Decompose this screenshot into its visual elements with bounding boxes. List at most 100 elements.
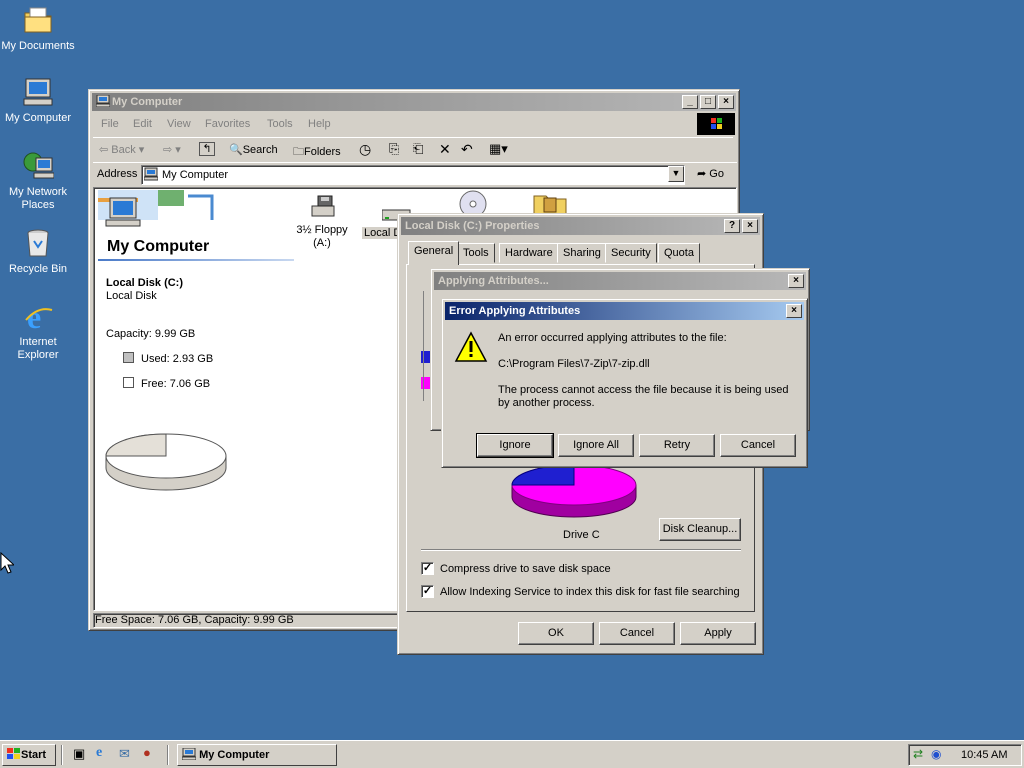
separator xyxy=(61,745,63,765)
retry-button[interactable]: Retry xyxy=(639,434,715,457)
show-desktop-icon[interactable]: ▣ xyxy=(73,746,85,762)
floppy-drive-icon xyxy=(286,192,358,224)
toolbar: ⇦ Back ▾ ⇨ ▾ ↰ 🔍Search 🗀Folders ◷ ⎘ ⎗ ✕ … xyxy=(93,137,733,161)
panel-title: My Computer xyxy=(107,238,210,255)
computer-icon xyxy=(181,747,197,761)
ok-button[interactable]: OK xyxy=(518,622,594,645)
tab-security[interactable]: Security xyxy=(605,243,657,263)
dialog-title: Applying Attributes... xyxy=(438,275,549,287)
go-button[interactable]: ➦ Go xyxy=(697,167,724,180)
computer-icon xyxy=(95,94,111,108)
windows-logo-icon xyxy=(697,113,735,135)
error-message-line2: The process cannot access the file becau… xyxy=(498,384,789,409)
indexing-checkbox[interactable]: ✓ xyxy=(421,585,434,598)
free-swatch xyxy=(123,377,134,388)
local-disk-item[interactable]: Local D xyxy=(362,194,411,239)
computer-icon xyxy=(22,76,54,108)
applying-titlebar[interactable]: Applying Attributes... × xyxy=(434,272,806,290)
tab-sharing[interactable]: Sharing xyxy=(557,243,607,263)
back-label: Back xyxy=(111,144,136,156)
desktop-icon-recycle-bin[interactable]: Recycle Bin xyxy=(0,227,76,276)
close-button[interactable]: × xyxy=(786,304,802,318)
drive-pie-chart xyxy=(511,464,637,518)
panel-banner-graphic xyxy=(98,190,216,238)
up-folder-icon[interactable]: ↰ xyxy=(199,142,215,156)
desktop-icon-network-places[interactable]: My Network Places xyxy=(0,150,76,212)
tray-icon[interactable]: ◉ xyxy=(931,747,941,761)
floppy-drive-item[interactable]: 3½ Floppy (A:) xyxy=(286,192,358,250)
taskbar-task-label: My Computer xyxy=(199,749,270,761)
indexing-label: Allow Indexing Service to index this dis… xyxy=(440,586,740,598)
maximize-button[interactable]: □ xyxy=(700,95,716,109)
menu-favorites[interactable]: Favorites xyxy=(205,118,250,130)
copy-to-icon[interactable]: ⎗ xyxy=(413,141,423,157)
disk-cleanup-button[interactable]: Disk Cleanup... xyxy=(659,518,741,541)
internet-explorer-icon: e xyxy=(22,299,54,335)
menu-tools[interactable]: Tools xyxy=(267,118,293,130)
cancel-button[interactable]: Cancel xyxy=(720,434,796,457)
address-value: My Computer xyxy=(162,169,229,181)
menu-file[interactable]: File xyxy=(101,118,119,130)
search-button[interactable]: 🔍Search xyxy=(229,143,278,156)
drive-type: Local Disk xyxy=(106,290,157,302)
status-text: Free Space: 7.06 GB, Capacity: 9.99 GB xyxy=(95,614,294,626)
menu-edit[interactable]: Edit xyxy=(133,118,152,130)
folders-button[interactable]: 🗀Folders xyxy=(293,143,341,162)
close-button[interactable]: × xyxy=(788,274,804,288)
forward-button[interactable]: ⇨ ▾ xyxy=(163,143,181,156)
go-arrow-icon: ➦ xyxy=(697,168,707,180)
close-button[interactable]: × xyxy=(718,95,734,109)
properties-titlebar[interactable]: Local Disk (C:) Properties ? × xyxy=(401,217,760,235)
tab-tools[interactable]: Tools xyxy=(457,243,495,263)
folder-icon xyxy=(22,4,54,36)
search-label: Search xyxy=(242,144,278,156)
desktop-icon-my-documents[interactable]: My Documents xyxy=(0,4,76,53)
menu-help[interactable]: Help xyxy=(308,118,331,130)
panel-divider xyxy=(98,259,294,261)
menu-view[interactable]: View xyxy=(167,118,191,130)
desktop-icon-label: Recycle Bin xyxy=(8,263,68,275)
disk-usage-pie-chart xyxy=(105,433,227,491)
close-button[interactable]: × xyxy=(742,219,758,233)
history-icon[interactable]: ◷ xyxy=(359,141,371,158)
dialog-title: Local Disk (C:) Properties xyxy=(405,220,540,232)
address-bar: Address My Computer ▼ ➦ Go xyxy=(93,162,737,186)
help-button[interactable]: ? xyxy=(724,219,740,233)
tab-quota[interactable]: Quota xyxy=(658,243,700,263)
media-player-icon[interactable]: ● xyxy=(143,745,151,760)
start-button[interactable]: Start xyxy=(2,744,56,766)
tab-hardware[interactable]: Hardware xyxy=(499,243,559,263)
compress-checkbox[interactable]: ✓ xyxy=(421,562,434,575)
drive-label: Drive C xyxy=(563,529,600,541)
ignore-button[interactable]: Ignore xyxy=(476,433,554,458)
outlook-express-icon[interactable]: ✉ xyxy=(119,746,130,762)
network-icon xyxy=(22,150,55,182)
ignore-all-button[interactable]: Ignore All xyxy=(558,434,634,457)
system-tray: ⇄ ◉ 10:45 AM xyxy=(908,744,1022,766)
cancel-button[interactable]: Cancel xyxy=(599,622,675,645)
address-dropdown-button[interactable]: ▼ xyxy=(668,166,684,182)
explorer-titlebar[interactable]: My Computer _ □ × xyxy=(92,93,736,111)
internet-explorer-icon[interactable]: e xyxy=(96,745,102,761)
address-input[interactable]: My Computer ▼ xyxy=(141,165,685,185)
move-to-icon[interactable]: ⎘ xyxy=(389,141,399,157)
desktop-icon-my-computer[interactable]: My Computer xyxy=(0,76,76,125)
free-text: Free: 7.06 GB xyxy=(141,378,211,390)
views-icon[interactable]: ▦▾ xyxy=(489,141,508,157)
error-titlebar[interactable]: Error Applying Attributes × xyxy=(445,302,804,320)
taskbar-my-computer-button[interactable]: My Computer xyxy=(177,744,337,766)
network-tray-icon[interactable]: ⇄ xyxy=(913,747,923,761)
minimize-button[interactable]: _ xyxy=(682,95,698,109)
back-button[interactable]: ⇦ Back ▾ xyxy=(99,143,144,156)
tab-general[interactable]: General xyxy=(408,241,460,265)
used-text: Used: 2.93 GB xyxy=(141,353,214,365)
dialog-title: Error Applying Attributes xyxy=(449,305,581,317)
folders-icon: 🗀 xyxy=(293,146,304,158)
clock[interactable]: 10:45 AM xyxy=(961,749,1007,761)
desktop-icon-internet-explorer[interactable]: e Internet Explorer xyxy=(0,299,76,362)
error-message-line1: An error occurred applying attributes to… xyxy=(498,332,727,344)
delete-icon[interactable]: ✕ xyxy=(439,141,451,158)
desktop-icon-label: My Computer xyxy=(4,112,72,124)
apply-button[interactable]: Apply xyxy=(680,622,756,645)
undo-icon[interactable]: ↶ xyxy=(461,141,473,158)
